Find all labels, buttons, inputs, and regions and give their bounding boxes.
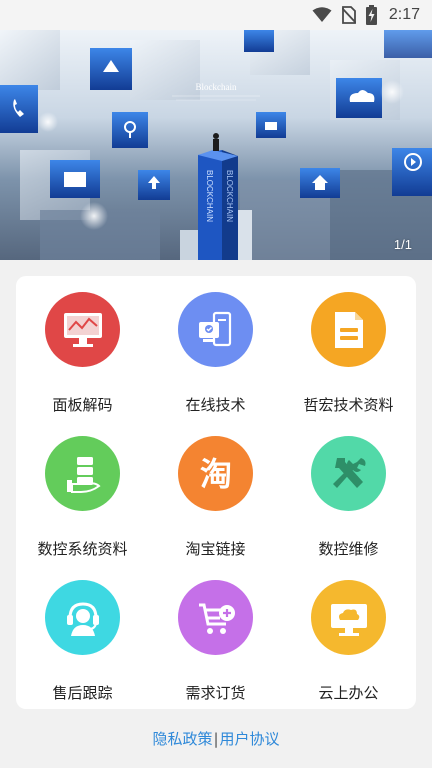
footer-links: 隐私政策|用户协议 — [0, 728, 432, 749]
banner-page-indicator: 1/1 — [393, 237, 412, 252]
tile-label: 数控维修 — [318, 540, 379, 558]
monitor-chart-icon — [45, 292, 120, 367]
document-checklist-icon — [178, 292, 253, 367]
home-cube — [300, 168, 340, 198]
bar-cube — [256, 112, 286, 138]
tile-label: 数控系统资料 — [37, 540, 128, 558]
tile-label: 售后跟踪 — [52, 684, 113, 702]
headset-agent-icon — [45, 580, 120, 655]
tile-label: 面板解码 — [52, 396, 113, 414]
tile-online-tech[interactable]: 在线技术 — [149, 292, 282, 432]
cart-add-icon — [178, 580, 253, 655]
status-time: 2:17 — [388, 6, 420, 23]
privacy-policy-link[interactable]: 隐私政策 — [152, 730, 212, 748]
tile-zhehong-docs[interactable]: 哲宏技术资料 — [282, 292, 415, 432]
pin-cube — [112, 112, 148, 148]
status-bar: 2:17 — [0, 0, 432, 30]
triangle-cube — [90, 48, 132, 90]
feature-card: 面板解码 在线技术 哲宏技术资料 数控系统资料 淘 淘宝链接 数控维修 售后跟踪… — [16, 276, 416, 709]
tile-label: 在线技术 — [185, 396, 246, 414]
battery-charging-icon — [365, 5, 377, 25]
document-icon — [311, 292, 386, 367]
no-sim-icon — [341, 6, 356, 24]
phone-cube — [0, 85, 38, 133]
tile-taobao-link[interactable]: 淘 淘宝链接 — [149, 436, 282, 576]
upload-cube — [138, 170, 170, 200]
banner-carousel[interactable]: BLOCKCHAIN BLOCKCHAIN Blockchain 1/1 — [0, 30, 432, 260]
tools-icon — [311, 436, 386, 511]
tile-label: 淘宝链接 — [185, 540, 246, 558]
footer-separator: | — [213, 730, 219, 748]
hand-stack-icon — [45, 436, 120, 511]
feature-grid: 面板解码 在线技术 哲宏技术资料 数控系统资料 淘 淘宝链接 数控维修 售后跟踪… — [16, 276, 416, 709]
svg-text:Blockchain: Blockchain — [196, 82, 237, 92]
play-cube — [392, 148, 432, 196]
taobao-icon: 淘 — [178, 436, 253, 511]
user-agreement-link[interactable]: 用户协议 — [220, 730, 280, 748]
cloud-cube — [336, 78, 382, 118]
svg-text:BLOCKCHAIN: BLOCKCHAIN — [225, 170, 234, 222]
banner-image: BLOCKCHAIN BLOCKCHAIN Blockchain — [0, 30, 432, 260]
tile-cnc-system-docs[interactable]: 数控系统资料 — [16, 436, 149, 576]
tile-after-sales[interactable]: 售后跟踪 — [16, 580, 149, 720]
svg-text:淘: 淘 — [199, 455, 231, 493]
tile-label: 云上办公 — [318, 684, 379, 702]
tile-cnc-repair[interactable]: 数控维修 — [282, 436, 415, 576]
tile-label: 需求订货 — [185, 684, 246, 702]
tile-demand-order[interactable]: 需求订货 — [149, 580, 282, 720]
svg-text:BLOCKCHAIN: BLOCKCHAIN — [205, 170, 214, 222]
tile-label: 哲宏技术资料 — [303, 396, 394, 414]
wifi-icon — [312, 7, 332, 23]
cloud-monitor-icon — [311, 580, 386, 655]
tile-panel-decode[interactable]: 面板解码 — [16, 292, 149, 432]
tile-cloud-office[interactable]: 云上办公 — [282, 580, 415, 720]
folder-cube — [50, 160, 100, 198]
